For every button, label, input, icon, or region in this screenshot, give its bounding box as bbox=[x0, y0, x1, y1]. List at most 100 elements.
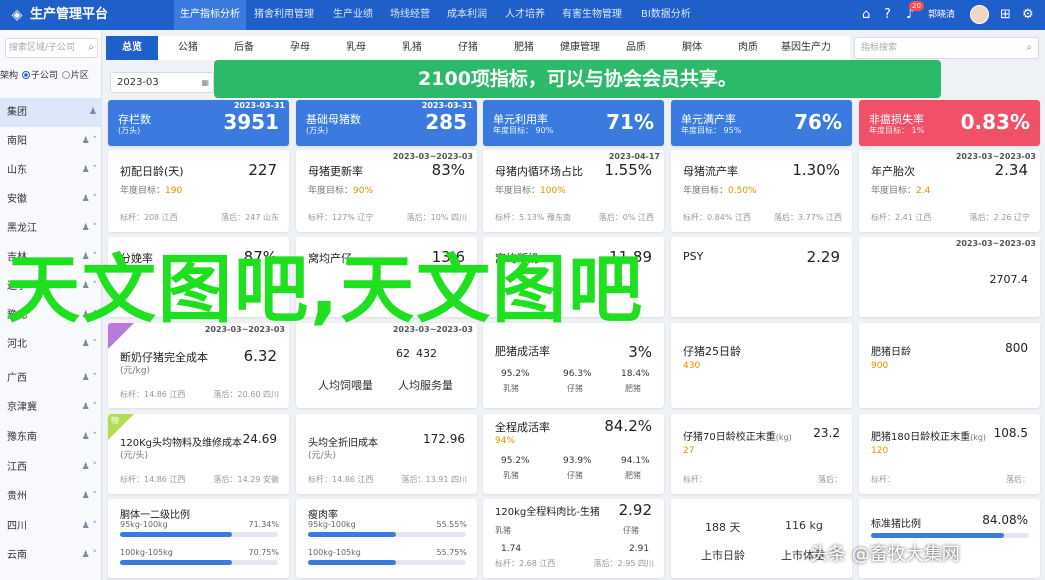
metric-card[interactable]: 120kg全程料肉比-生猪 2.92 乳猪 仔猪 1.74 2.91 标杆：2.… bbox=[483, 499, 664, 578]
person-expand-icon: ♟ ˅ bbox=[81, 165, 97, 175]
tab-pregnant-sow[interactable]: 孕母 bbox=[274, 36, 326, 60]
metric-card[interactable]: 2023-04-17 母猪内循环场占比 1.55% 年度目标：100% 标杆：5… bbox=[483, 150, 664, 232]
lagging-text: 落后：3.77% 江西 bbox=[774, 213, 842, 222]
tab-genetics[interactable]: 基因生产力 bbox=[778, 36, 834, 60]
metric-card[interactable]: 肥猪成活率 3% 95.2% 96.3% 18.4% 乳猪 仔猪 肥猪 bbox=[483, 323, 664, 408]
sidebar-item[interactable]: 广西 ♟ ˅ bbox=[0, 364, 102, 393]
sidebar-item[interactable]: 集团 ♟ bbox=[0, 98, 102, 127]
metric-card[interactable]: 肥猪180日龄校正末重(kg) 108.5 120 标杆： 落后： bbox=[859, 414, 1040, 494]
kpi-card[interactable]: 2023-03-31 基础母猪数 (万头) 285 bbox=[296, 100, 477, 146]
radio-area[interactable] bbox=[61, 71, 70, 79]
stage-value: 18.4% bbox=[621, 369, 650, 379]
metric-card[interactable]: 2023-03~2023-03 母猪更新率 83% 年度目标：90% 标杆：12… bbox=[296, 150, 477, 232]
settings-icon[interactable]: ⚙ bbox=[1022, 7, 1034, 23]
metric-card[interactable]: 瘦肉率 95kg-100kg 55.55% 100kg-105kg 55.75% bbox=[296, 499, 477, 578]
tab-quality[interactable]: 品质 bbox=[610, 36, 662, 60]
metric-card[interactable]: 初配日龄(天) 227 年度目标：190 标杆：208 江西 落后：247 山东 bbox=[108, 150, 289, 232]
sidebar-item[interactable]: 南阳 ♟ ˅ bbox=[0, 127, 102, 156]
person-expand-icon: ♟ ˅ bbox=[81, 252, 97, 262]
sidebar-search-input[interactable]: 搜索区域/子公司 ⌕ bbox=[5, 38, 98, 58]
tab-lactating-sow[interactable]: 乳母 bbox=[330, 36, 382, 60]
metric-card[interactable]: 窝均产仔 13.6 bbox=[296, 237, 477, 317]
nav-farm-operations[interactable]: 场线经营 bbox=[390, 0, 430, 30]
metric-card[interactable]: 全程成活率 84.2% 94% 95.2% 93.9% 94.1% 乳猪 仔猪 … bbox=[483, 414, 664, 494]
metric-value: 1.30% bbox=[792, 161, 840, 179]
metric-card[interactable]: 标准猪比例 84.08% bbox=[859, 499, 1040, 578]
metric-card[interactable]: 肥猪日龄 800 900 bbox=[859, 323, 1040, 408]
tab-overview[interactable]: 总览 bbox=[106, 36, 158, 60]
metric-card[interactable]: 2023-03~2023-03 62 432 人均饲喂量 人均服务量 bbox=[296, 323, 477, 408]
nav-production-metrics[interactable]: 生产指标分析 bbox=[174, 0, 246, 30]
lagging-text: 落后：20.60 四川 bbox=[213, 390, 279, 399]
nav-bi-analysis[interactable]: BI数据分析 bbox=[641, 0, 691, 30]
tab-meat-quality[interactable]: 肉质 bbox=[722, 36, 774, 60]
sidebar-item[interactable]: 贵州 ♟ ˅ bbox=[0, 482, 102, 511]
metric-target: 年度目标：2.4 bbox=[871, 183, 930, 196]
kpi-card[interactable]: 单元利用率 年度目标： 90% 71% bbox=[483, 100, 664, 146]
sidebar-item[interactable]: 豫东南 ♟ ˅ bbox=[0, 423, 102, 452]
metric-card[interactable]: 仔猪25日龄 430 bbox=[671, 323, 852, 408]
progress-bar bbox=[120, 560, 278, 565]
metric-title: PSY bbox=[683, 250, 704, 263]
sidebar-item[interactable]: 吉林 ♟ ˅ bbox=[0, 243, 102, 272]
tab-carcass[interactable]: 胴体 bbox=[666, 36, 718, 60]
metric-search-input[interactable]: 指标搜索 ⌕ bbox=[854, 37, 1039, 59]
stage-value: 2.91 bbox=[629, 544, 650, 554]
sidebar-item[interactable]: 江西 ♟ ˅ bbox=[0, 453, 102, 482]
nav-pest-management[interactable]: 有害生物管理 bbox=[562, 0, 622, 30]
metric-card[interactable]: 188 天 116 kg 上市日龄 上市体重 bbox=[671, 499, 852, 578]
metric-card[interactable]: 物 120Kg头均物料及维修成本 (元/头) 24.69 标杆：14.86 江西… bbox=[108, 414, 289, 494]
sidebar-item[interactable]: 云南 ♟ ˅ bbox=[0, 541, 102, 570]
tab-fattening[interactable]: 肥猪 bbox=[498, 36, 550, 60]
nav-pigpen-utilization[interactable]: 猪舍利用管理 bbox=[254, 0, 314, 30]
metric-card[interactable]: 胴体一二级比例 95kg-100kg 71.34% 100kg-105kg 70… bbox=[108, 499, 289, 578]
metric-card[interactable]: 窝均断奶 11.89 bbox=[483, 237, 664, 317]
sidebar-item[interactable]: 京津冀 ♟ ˅ bbox=[0, 393, 102, 422]
kpi-card[interactable]: 单元满产率 年度目标： 95% 76% bbox=[671, 100, 852, 146]
home-icon[interactable]: ⌂ bbox=[862, 7, 870, 23]
search-icon[interactable]: ⌕ bbox=[88, 39, 94, 57]
metric-value: 2.92 bbox=[618, 501, 652, 519]
metric-value: 2.29 bbox=[806, 248, 840, 266]
radio-subsidiary[interactable] bbox=[21, 71, 30, 79]
sidebar-item[interactable]: 辽宁 ♟ ˅ bbox=[0, 272, 102, 301]
tab-piglet[interactable]: 仔猪 bbox=[442, 36, 494, 60]
user-name[interactable]: 郭晓清 bbox=[928, 0, 955, 30]
tab-suckling-pig[interactable]: 乳猪 bbox=[386, 36, 438, 60]
date-picker[interactable]: 2023-03 ▦ bbox=[110, 72, 214, 93]
fullscreen-icon[interactable]: ⊞ bbox=[1000, 7, 1011, 23]
metric-card[interactable]: 2023-03~2023-03 2707.4 bbox=[859, 237, 1040, 317]
search-icon[interactable]: ⌕ bbox=[1026, 38, 1032, 58]
nav-talent-training[interactable]: 人才培养 bbox=[505, 0, 545, 30]
avatar[interactable] bbox=[970, 5, 989, 24]
person-expand-icon: ♟ ˅ bbox=[81, 521, 97, 531]
person-expand-icon: ♟ ˅ bbox=[81, 432, 97, 442]
lagging-text: 落后：13.91 四川 bbox=[401, 475, 467, 484]
person-expand-icon: ♟ ˅ bbox=[81, 310, 97, 320]
metric-card[interactable]: 分娩率 87% bbox=[108, 237, 289, 317]
sidebar-item[interactable]: 豫北 ♟ ˅ bbox=[0, 301, 102, 330]
tab-health[interactable]: 健康管理 bbox=[554, 36, 606, 60]
kpi-card[interactable]: 2023-03-31 存栏数 (万头) 3951 bbox=[108, 100, 289, 146]
metric-card[interactable]: 头均全折旧成本 (元/头) 172.96 标杆：14.86 江西 落后：13.9… bbox=[296, 414, 477, 494]
metric-search-placeholder: 指标搜索 bbox=[861, 43, 898, 53]
sidebar-item-label: 集团 bbox=[7, 107, 27, 118]
metric-card[interactable]: 2023-03~2023-03 年产胎次 2.34 年度目标：2.4 标杆：2.… bbox=[859, 150, 1040, 232]
sidebar-item[interactable]: 四川 ♟ ˅ bbox=[0, 512, 102, 541]
tab-reserve[interactable]: 后备 bbox=[218, 36, 270, 60]
sidebar-item-label: 南阳 bbox=[7, 136, 27, 147]
metric-card[interactable]: 母猪流产率 1.30% 年度目标：0.50% 标杆：0.84% 江西 落后：3.… bbox=[671, 150, 852, 232]
metric-card[interactable]: 仔猪70日龄校正末重(kg) 23.2 27 标杆： 落后： bbox=[671, 414, 852, 494]
kpi-card[interactable]: 非瘟损失率 年度目标： 1% 0.83% bbox=[859, 100, 1040, 146]
sidebar-item[interactable]: 黑龙江 ♟ ˅ bbox=[0, 214, 102, 243]
tab-boar[interactable]: 公猪 bbox=[162, 36, 214, 60]
metric-card[interactable]: 2023-03~2023-03 断奶仔猪完全成本 (元/kg) 6.32 标杆：… bbox=[108, 323, 289, 408]
sidebar-item[interactable]: 安徽 ♟ ˅ bbox=[0, 185, 102, 214]
nav-cost-profit[interactable]: 成本利润 bbox=[447, 0, 487, 30]
metric-card[interactable]: PSY 2.29 bbox=[671, 237, 852, 317]
sidebar-item[interactable]: 河北 ♟ ˅ bbox=[0, 330, 102, 359]
help-icon[interactable]: ? bbox=[884, 7, 891, 23]
sidebar-item[interactable]: 山东 ♟ ˅ bbox=[0, 156, 102, 185]
metric-value: 2.34 bbox=[994, 161, 1028, 179]
nav-production-performance[interactable]: 生产业绩 bbox=[333, 0, 373, 30]
